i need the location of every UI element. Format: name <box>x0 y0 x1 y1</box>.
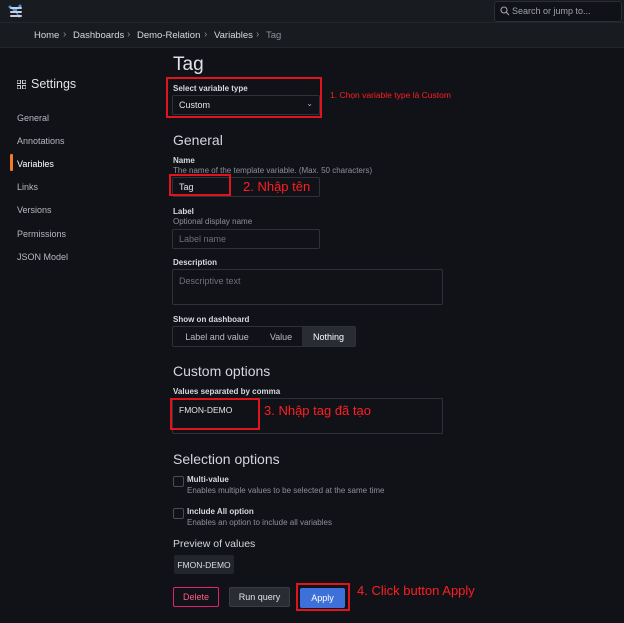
chevron-right-icon: › <box>63 29 67 40</box>
multi-value-label: Multi-value <box>187 475 229 484</box>
preview-value-chip: FMON-DEMO <box>174 555 234 574</box>
breadcrumb-dashboards[interactable]: Dashboards <box>73 30 124 41</box>
label-input[interactable]: Label name <box>172 229 320 249</box>
settings-grid-icon <box>17 80 26 89</box>
radio-value[interactable]: Value <box>261 327 301 346</box>
breadcrumb-dashboard[interactable]: Demo-Relation <box>137 30 200 41</box>
name-label: Name <box>173 156 195 165</box>
show-on-dashboard-label: Show on dashboard <box>173 315 250 324</box>
menu-icon[interactable] <box>10 7 22 17</box>
sidebar-active-indicator <box>10 154 13 171</box>
sidebar-item-json-model[interactable]: JSON Model <box>17 252 68 262</box>
values-label: Values separated by comma <box>173 387 281 396</box>
chevron-right-icon: › <box>256 29 260 40</box>
show-on-dashboard-radio-group: Label and value Value Nothing <box>172 326 356 347</box>
sidebar-item-variables[interactable]: Variables <box>17 159 54 169</box>
delete-button[interactable]: Delete <box>173 587 219 607</box>
description-label: Description <box>173 258 218 267</box>
page-title: Tag <box>173 54 204 75</box>
breadcrumb-home[interactable]: Home <box>34 30 59 41</box>
radio-nothing[interactable]: Nothing <box>302 327 355 346</box>
sidebar-item-permissions[interactable]: Permissions <box>17 229 66 239</box>
breadcrumb-variables[interactable]: Variables <box>214 30 253 41</box>
chevron-right-icon: › <box>204 29 208 40</box>
sidebar-item-general[interactable]: General <box>17 113 49 123</box>
radio-label-and-value[interactable]: Label and value <box>173 327 261 346</box>
multi-value-description: Enables multiple values to be selected a… <box>187 486 385 495</box>
sidebar-item-annotations[interactable]: Annotations <box>17 136 65 146</box>
selection-options-heading: Selection options <box>173 451 280 467</box>
annotation-step2: 2. Nhập tên <box>243 179 311 194</box>
general-heading: General <box>173 132 223 148</box>
label-field-description: Optional display name <box>173 217 253 226</box>
run-query-button[interactable]: Run query <box>229 587 290 607</box>
settings-title: Settings <box>31 77 77 91</box>
breadcrumb-current: Tag <box>266 30 282 41</box>
annotation-step4: 4. Click button Apply <box>357 583 475 598</box>
search-icon <box>500 6 510 16</box>
include-all-description: Enables an option to include all variabl… <box>187 518 332 527</box>
multi-value-checkbox[interactable] <box>173 476 184 487</box>
label-placeholder: Label name <box>179 234 227 244</box>
include-all-label: Include All option <box>187 507 254 516</box>
annotation-step3: 3. Nhập tag đã tạo <box>264 403 371 418</box>
sidebar-item-links[interactable]: Links <box>17 182 38 192</box>
search-placeholder: Search or jump to... <box>512 6 591 16</box>
search-bar[interactable]: Search or jump to... <box>494 1 622 22</box>
annotation-box-3 <box>170 398 260 430</box>
annotation-box-1 <box>166 77 322 118</box>
annotation-box-4 <box>296 583 350 611</box>
annotation-step1: 1. Chọn variable type là Custom <box>330 90 451 100</box>
chevron-right-icon: › <box>127 29 131 40</box>
custom-options-heading: Custom options <box>173 363 271 379</box>
annotation-box-2 <box>169 174 231 196</box>
label-field-label: Label <box>173 207 194 216</box>
include-all-checkbox[interactable] <box>173 508 184 519</box>
description-textarea[interactable]: Descriptive text <box>172 269 443 305</box>
description-placeholder: Descriptive text <box>179 276 241 286</box>
preview-heading: Preview of values <box>173 538 256 550</box>
sidebar-item-versions[interactable]: Versions <box>17 205 52 215</box>
